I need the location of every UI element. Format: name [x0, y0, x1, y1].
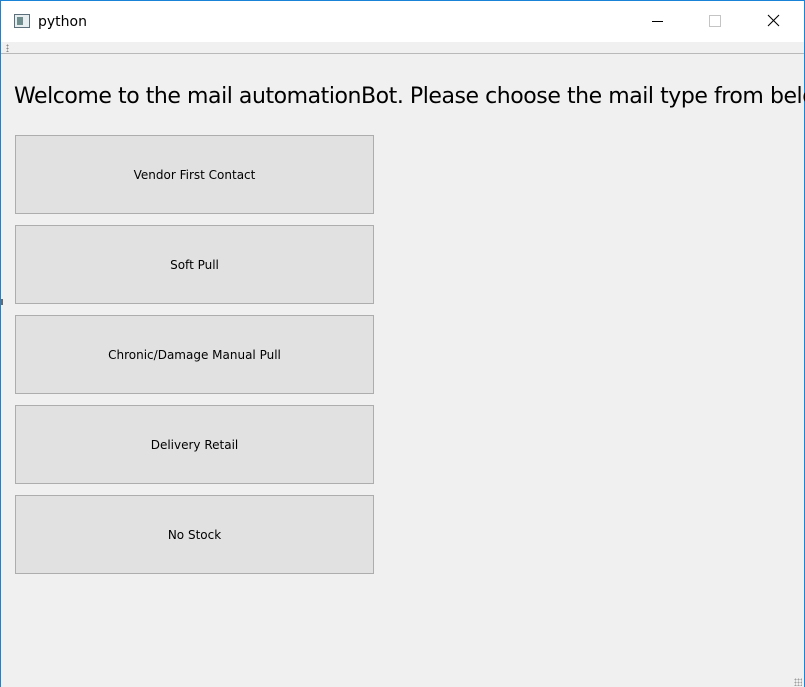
toolbar-grip-icon[interactable] [6, 44, 9, 52]
window-edge-mark [1, 299, 3, 305]
close-icon [767, 14, 780, 27]
vendor-first-contact-button[interactable]: Vendor First Contact [15, 135, 374, 214]
resize-grip-icon[interactable] [794, 678, 802, 686]
close-button[interactable] [744, 1, 802, 42]
window-title: python [38, 14, 87, 30]
minimize-button[interactable] [628, 1, 686, 42]
toolbar-strip [1, 42, 804, 54]
maximize-button[interactable] [686, 1, 744, 42]
app-window: python Welcome to the mail automationBot… [0, 0, 805, 687]
title-bar[interactable]: python [1, 1, 804, 42]
no-stock-button[interactable]: No Stock [15, 495, 374, 574]
app-icon [14, 14, 30, 28]
welcome-heading: Welcome to the mail automationBot. Pleas… [14, 84, 805, 109]
minimize-icon [652, 21, 663, 22]
soft-pull-button[interactable]: Soft Pull [15, 225, 374, 304]
maximize-icon [709, 15, 721, 27]
delivery-retail-button[interactable]: Delivery Retail [15, 405, 374, 484]
chronic-damage-manual-pull-button[interactable]: Chronic/Damage Manual Pull [15, 315, 374, 394]
